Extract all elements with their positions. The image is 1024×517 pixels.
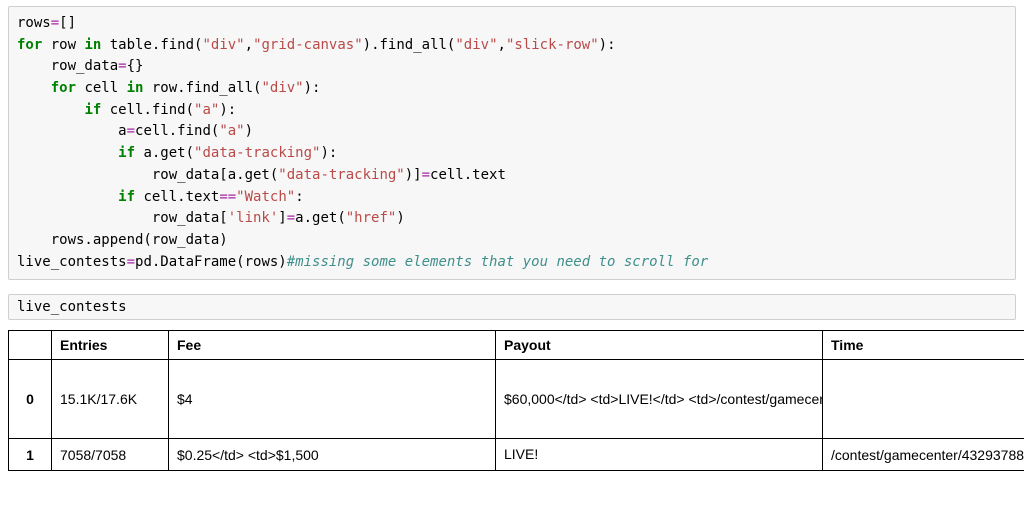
table-row: 0 15.1K/17.6K $4 $60,000</td> <td>LIVE!<… <box>9 360 1024 439</box>
cell-fee: $0.25</td> <td>$1,500 <box>169 439 496 471</box>
table-row: 1 7058/7058 $0.25</td> <td>$1,500 LIVE! … <box>9 439 1024 471</box>
output-dataframe: Entries Fee Payout Time 0 15.1K/17.6K $4… <box>8 330 1024 471</box>
code-block: rows=[]for row in table.find("div","grid… <box>17 13 1007 273</box>
row-index: 0 <box>9 360 52 439</box>
expression-cell: live_contests <box>8 294 1016 320</box>
cell-entries: 7058/7058 <box>52 439 169 471</box>
expression-text: live_contests <box>17 299 127 315</box>
col-header-payout: Payout <box>496 331 823 360</box>
corner-cell <box>9 331 52 360</box>
cell-entries: 15.1K/17.6K <box>52 360 169 439</box>
table-header-row: Entries Fee Payout Time <box>9 331 1024 360</box>
cell-time <box>823 360 1024 439</box>
cell-payout: $60,000</td> <td>LIVE!</td> <td>/contest… <box>496 360 823 439</box>
cell-time: /contest/gamecenter/43293788 <box>823 439 1024 471</box>
row-index: 1 <box>9 439 52 471</box>
cell-fee: $4 <box>169 360 496 439</box>
cell-payout: LIVE! <box>496 439 823 471</box>
col-header-time: Time <box>823 331 1024 360</box>
col-header-entries: Entries <box>52 331 169 360</box>
code-cell: rows=[]for row in table.find("div","grid… <box>8 6 1016 280</box>
col-header-fee: Fee <box>169 331 496 360</box>
